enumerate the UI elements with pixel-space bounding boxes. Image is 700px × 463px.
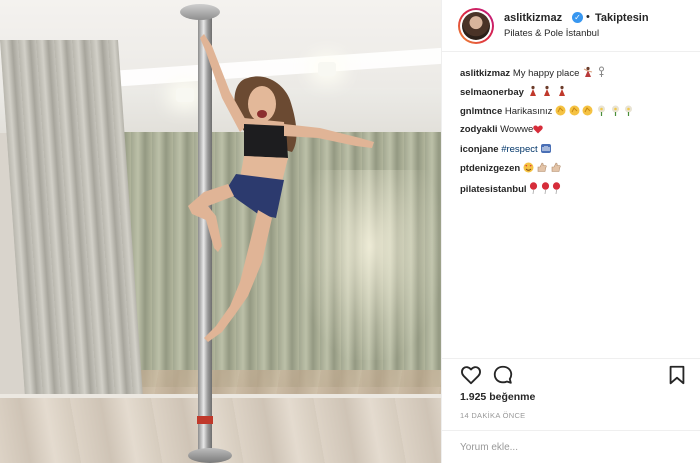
flower-emoji (610, 105, 621, 120)
comment-text: My happy place (512, 68, 580, 79)
raised-hands-emoji (540, 143, 552, 158)
dancer-emoji (541, 85, 553, 101)
comment-item: pilatesistanbul (460, 181, 690, 201)
post-details-panel: aslitkizmaz ✓ • Takiptesin Pilates & Pol… (441, 0, 700, 463)
comment-author[interactable]: pilatesistanbul (460, 184, 527, 195)
comment-item: selmaonerbay (460, 85, 690, 104)
thumbs-up-emoji (536, 162, 548, 177)
comment-author[interactable]: selmaonerbay (460, 87, 524, 98)
comment-author[interactable]: aslitkizmaz (460, 68, 510, 79)
comment-text: Harikasınız (504, 105, 553, 117)
comment-item: iconjane #respect (460, 143, 690, 162)
follow-status-button[interactable]: Takiptesin (595, 12, 649, 24)
comment-author[interactable]: zodyakli (460, 124, 498, 135)
post-header: aslitkizmaz ✓ • Takiptesin Pilates & Pol… (442, 0, 700, 52)
clap-emoji (555, 105, 566, 120)
post-photo[interactable] (0, 0, 441, 463)
comment-item: zodyakli Wowwe (460, 124, 690, 143)
heart-outline-icon[interactable] (460, 364, 482, 386)
balloon-emoji (529, 181, 538, 198)
add-comment-input[interactable] (460, 439, 680, 455)
dancer-emoji (527, 85, 539, 101)
username-link[interactable]: aslitkizmaz (504, 12, 562, 24)
actions-divider (442, 358, 700, 359)
woman-emoji (597, 66, 606, 82)
post-timestamp[interactable]: 14 DAKİKA ÖNCE (460, 411, 525, 420)
likes-count[interactable]: 1.925 beğenme (460, 391, 535, 403)
comment-item: gnlmtnce Harikasınız (460, 105, 690, 124)
comment-item: ptdenizgezen (460, 162, 690, 181)
comment-item: aslitkizmaz My happy place (460, 66, 690, 85)
dancer-emoji (582, 66, 594, 82)
avatar-ring (460, 10, 492, 42)
heart-emoji (533, 125, 543, 138)
avatar[interactable] (458, 8, 494, 44)
flower-emoji (596, 105, 607, 120)
avatar-image (462, 12, 490, 40)
flower-emoji (623, 105, 634, 120)
comment-author[interactable]: iconjane (460, 144, 499, 155)
separator-dot: • (586, 11, 590, 23)
comment-box-divider (442, 430, 700, 431)
heart-eyes-emoji (523, 162, 534, 177)
thumbs-up-emoji (550, 162, 561, 177)
clap-emoji (582, 105, 593, 120)
comment-text: Wowwe (500, 123, 534, 135)
comment-author[interactable]: gnlmtnce (460, 106, 502, 117)
dancer-figure (188, 34, 374, 342)
clap-emoji (569, 105, 580, 120)
bookmark-icon[interactable] (666, 364, 688, 386)
balloon-emoji (541, 181, 550, 198)
post-actions (458, 364, 688, 386)
comment-bubble-icon[interactable] (492, 364, 514, 386)
hashtag-link[interactable]: #respect (501, 144, 537, 155)
comment-list: aslitkizmaz My happy place selmaonerbay … (460, 66, 690, 201)
verified-badge-icon: ✓ (572, 12, 583, 23)
dancer-emoji (556, 85, 568, 101)
comment-author[interactable]: ptdenizgezen (460, 163, 520, 174)
location-link[interactable]: Pilates & Pole İstanbul (504, 28, 599, 39)
balloon-emoji (552, 181, 561, 198)
